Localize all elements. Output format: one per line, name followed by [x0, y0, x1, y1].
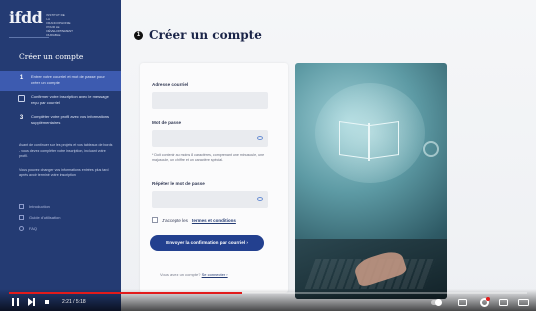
signup-form: Adresse courriel Mot de passe * Doit con…	[140, 63, 288, 293]
play-icon	[19, 203, 24, 209]
hero-image	[295, 63, 447, 299]
volume-button[interactable]	[45, 297, 49, 307]
settings-icon[interactable]	[480, 297, 490, 307]
sidebar-note: Vous pouvez changer vos informations ent…	[19, 167, 109, 178]
eye-icon[interactable]	[257, 197, 263, 201]
theater-icon[interactable]	[518, 299, 529, 306]
repeat-password-label: Répéter le mot de passe	[152, 181, 205, 186]
step-label: Entrer votre courriel et mot de passe po…	[31, 74, 105, 85]
sidebar-links: Introduction Guide d'utilisation FAQ	[0, 201, 121, 234]
step-badge: 1	[134, 30, 143, 40]
logo-text: ifdd	[9, 8, 43, 27]
video-controls: 2:21 / 5:18	[0, 289, 536, 311]
sidebar-link-guide[interactable]: Guide d'utilisation	[0, 212, 121, 223]
terms-row: J'accepte les termes et conditions	[152, 217, 236, 223]
page-title: Créer un compte	[149, 28, 262, 42]
video-frame[interactable]: ifdd INSTITUT DE LA FRANCOPHONIE POUR LE…	[0, 0, 536, 311]
step-label: Compléter votre profil avec vos informat…	[31, 114, 110, 125]
time-display: 2:21 / 5:18	[62, 299, 86, 305]
logo-subtext: INSTITUT DE LA FRANCOPHONIE POUR LE DÉVE…	[46, 13, 73, 37]
pause-button[interactable]	[12, 297, 19, 307]
sidebar-link-label: FAQ	[29, 225, 38, 231]
repeat-password-field[interactable]	[152, 191, 268, 208]
login-link[interactable]: Se connecter ›	[202, 272, 228, 277]
steps-list: 1 Entrer votre courriel et mot de passe …	[0, 71, 121, 131]
progress-fill	[9, 292, 243, 294]
email-field[interactable]	[152, 92, 268, 109]
password-label: Mot de passe	[152, 120, 182, 125]
step-number: 1	[19, 75, 24, 81]
sidebar-link-label: Introduction	[29, 203, 50, 209]
step-number: 3	[19, 115, 24, 121]
step-1[interactable]: 1 Entrer votre courriel et mot de passe …	[0, 71, 121, 91]
password-field[interactable]	[152, 130, 268, 147]
autoplay-toggle[interactable]	[431, 298, 442, 306]
page-header: 1 Créer un compte	[134, 28, 262, 42]
step-3[interactable]: 3 Compléter votre profil avec vos inform…	[0, 111, 121, 131]
volume-icon	[45, 300, 49, 304]
login-prompt: Vous avez un compte?	[160, 272, 201, 277]
step-2[interactable]: Confirmer votre inscription avec le mess…	[0, 91, 121, 111]
subtitles-icon[interactable]	[458, 299, 467, 306]
terms-link[interactable]: termes et conditions	[192, 218, 236, 223]
submit-button[interactable]: Envoyer la confirmation par courriel ›	[150, 235, 264, 251]
password-hint: * Doit contenir au moins 8 caractères, c…	[152, 153, 265, 162]
progress-bar[interactable]	[9, 292, 527, 294]
sidebar-link-faq[interactable]: FAQ	[0, 223, 121, 234]
help-icon	[19, 225, 24, 231]
sidebar-note: Avant de continuer sur les projets et vo…	[19, 143, 113, 158]
main-content: 1 Créer un compte Adresse courriel Mot d…	[121, 0, 536, 311]
terms-label: J'accepte les	[162, 217, 188, 223]
book-icon	[339, 120, 399, 161]
sidebar-title: Créer un compte	[19, 52, 84, 61]
logo: ifdd INSTITUT DE LA FRANCOPHONIE POUR LE…	[0, 0, 121, 38]
sidebar-link-label: Guide d'utilisation	[29, 214, 61, 220]
step-label: Confirmer votre inscription avec le mess…	[31, 94, 109, 105]
book-icon	[19, 214, 24, 220]
gear-icon	[423, 141, 439, 157]
terms-checkbox[interactable]	[152, 217, 158, 223]
email-icon	[18, 95, 25, 102]
email-label: Adresse courriel	[152, 82, 189, 87]
sidebar: ifdd INSTITUT DE LA FRANCOPHONIE POUR LE…	[0, 0, 121, 311]
next-button[interactable]	[28, 297, 35, 307]
sidebar-link-introduction[interactable]: Introduction	[0, 201, 121, 212]
pause-icon	[12, 298, 19, 306]
login-row: Vous avez un compte? Se connecter ›	[160, 272, 228, 277]
eye-icon[interactable]	[257, 136, 263, 140]
miniplayer-icon[interactable]	[499, 299, 508, 306]
